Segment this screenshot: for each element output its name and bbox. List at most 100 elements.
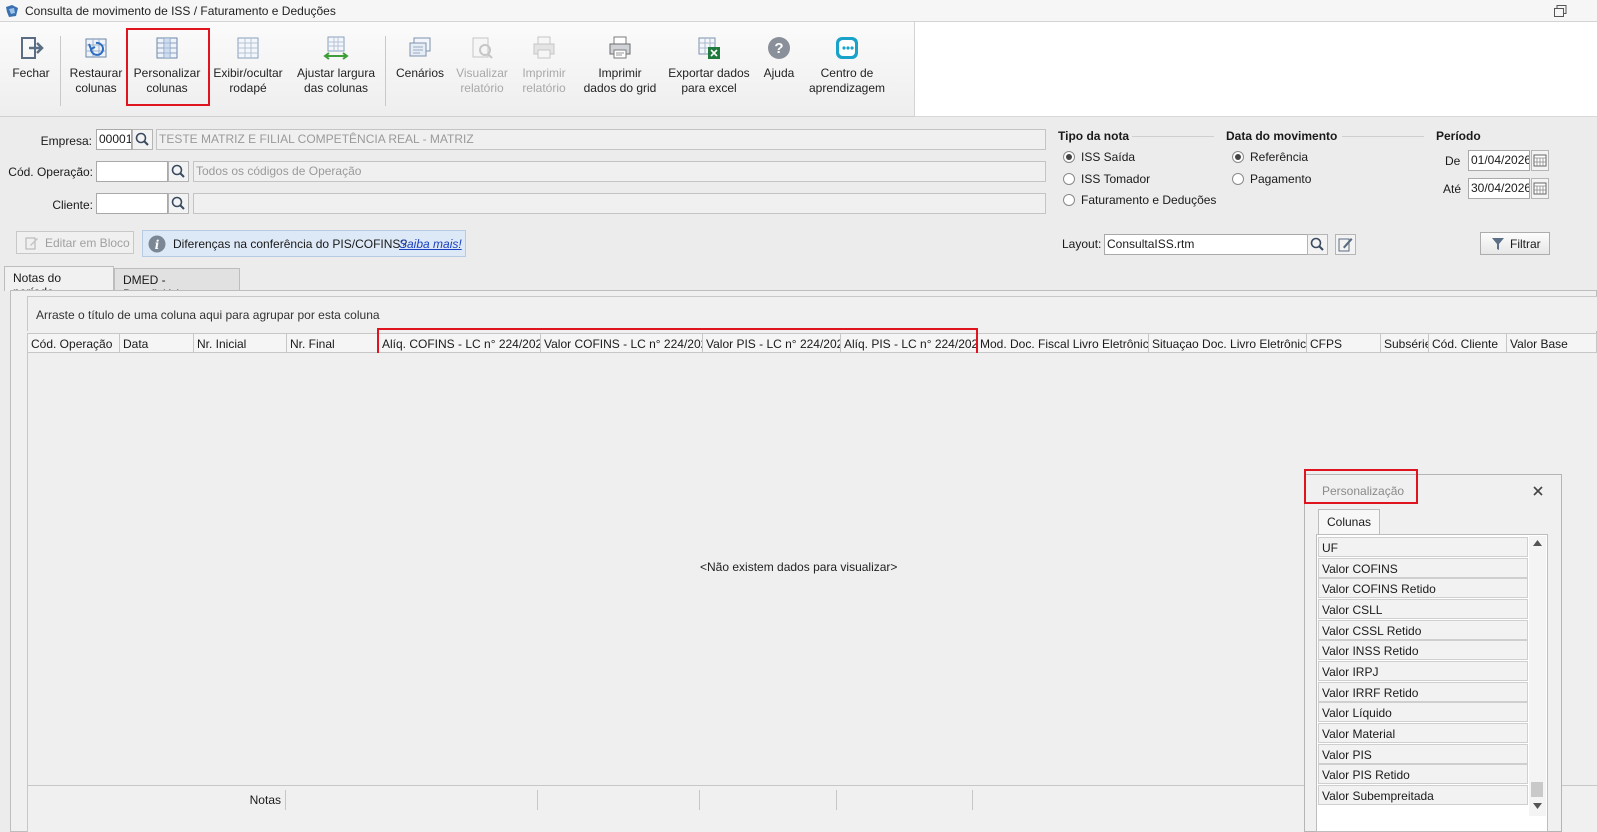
tipo-nota-title: Tipo da nota bbox=[1058, 129, 1130, 143]
footer-cell bbox=[286, 790, 538, 810]
column-list-item[interactable]: Valor COFINS bbox=[1318, 558, 1528, 578]
tab-colunas[interactable]: Colunas bbox=[1318, 509, 1380, 534]
fit-columns-button[interactable]: Ajustar largura das colunas bbox=[292, 22, 380, 117]
toolbar-separator bbox=[60, 36, 61, 106]
cod-operacao-search-icon[interactable] bbox=[168, 161, 189, 182]
radio-dot-checked bbox=[1063, 151, 1075, 163]
column-header[interactable]: Mod. Doc. Fiscal Livro Eletrônico bbox=[977, 334, 1149, 353]
fit-columns-icon bbox=[323, 36, 349, 60]
layout-search-icon[interactable] bbox=[1307, 234, 1328, 255]
empresa-code-field[interactable]: 00001 bbox=[96, 129, 132, 150]
group-by-area[interactable]: Arraste o título de uma coluna aqui para… bbox=[27, 296, 1597, 331]
scroll-down-icon[interactable] bbox=[1532, 802, 1543, 810]
column-list-item[interactable]: Valor COFINS Retido bbox=[1318, 578, 1528, 598]
cod-operacao-description-field: Todos os códigos de Operação bbox=[193, 161, 1046, 182]
column-header[interactable]: CFPS bbox=[1307, 334, 1381, 353]
pis-cofins-info-banner: i Diferenças na conferência do PIS/COFIN… bbox=[142, 230, 466, 257]
periodo-ate-label: Até bbox=[1443, 182, 1462, 196]
tipo-nota-divider bbox=[1132, 136, 1214, 137]
print-report-label: Imprimir relatório bbox=[522, 66, 566, 95]
cod-operacao-field[interactable] bbox=[96, 161, 168, 182]
print-grid-button[interactable]: Imprimir dados do grid bbox=[578, 22, 662, 117]
preview-report-label: Visualizar relatório bbox=[456, 66, 508, 95]
print-grid-icon bbox=[609, 36, 631, 59]
edit-block-button[interactable]: Editar em Bloco bbox=[16, 231, 134, 254]
calendar-icon[interactable] bbox=[1531, 178, 1549, 199]
close-button[interactable]: Fechar bbox=[6, 22, 56, 117]
scenarios-button[interactable]: Cenários bbox=[390, 22, 450, 117]
column-list-item[interactable]: Valor INSS Retido bbox=[1318, 640, 1528, 660]
column-list-item[interactable]: Valor IRRF Retido bbox=[1318, 682, 1528, 702]
exit-icon bbox=[21, 37, 44, 59]
help-icon: ? bbox=[768, 37, 790, 59]
edit-block-label: Editar em Bloco bbox=[45, 236, 130, 250]
restore-window-icon[interactable] bbox=[1554, 5, 1567, 17]
info-text: Diferenças na conferência do PIS/COFINS? bbox=[173, 237, 408, 251]
column-header[interactable]: Nr. Inicial bbox=[194, 334, 287, 353]
radio-dot-checked bbox=[1232, 151, 1244, 163]
radio-dot bbox=[1063, 173, 1075, 185]
tab-dmed-beneficiarios[interactable]: DMED - Beneficiários bbox=[114, 268, 240, 301]
periodo-de-field[interactable]: 01/04/2026 bbox=[1468, 150, 1530, 171]
column-list-item[interactable]: Valor CSLL bbox=[1318, 599, 1528, 619]
close-icon[interactable] bbox=[1531, 484, 1545, 498]
toolbar-empty-area bbox=[915, 22, 1597, 117]
info-icon: i bbox=[148, 235, 166, 253]
cliente-description-field bbox=[193, 193, 1046, 214]
column-header[interactable]: Situaçao Doc. Livro Eletrônico bbox=[1149, 334, 1307, 353]
column-list-item[interactable]: Valor Material bbox=[1318, 723, 1528, 743]
radio-label: Pagamento bbox=[1250, 172, 1312, 186]
periodo-ate-field[interactable]: 30/04/2026 bbox=[1468, 178, 1530, 199]
column-header[interactable]: Data bbox=[120, 334, 194, 353]
footer-cell bbox=[837, 790, 973, 810]
fit-columns-label: Ajustar largura das colunas bbox=[296, 66, 376, 95]
close-button-label: Fechar bbox=[12, 66, 50, 80]
help-label: Ajuda bbox=[763, 66, 795, 80]
toolbar-separator bbox=[385, 36, 386, 106]
calendar-icon[interactable] bbox=[1531, 150, 1549, 171]
cliente-label: Cliente: bbox=[52, 198, 93, 212]
column-list-item[interactable]: Valor Subempreitada bbox=[1318, 785, 1528, 805]
empresa-name-field: TESTE MATRIZ E FILIAL COMPETÊNCIA REAL -… bbox=[156, 129, 1046, 150]
column-header[interactable]: Valor Base bbox=[1507, 334, 1597, 353]
cliente-field[interactable] bbox=[96, 193, 168, 214]
scenarios-label: Cenários bbox=[395, 66, 445, 80]
column-header[interactable]: Cód. Operação bbox=[28, 334, 120, 353]
scenarios-icon bbox=[409, 37, 431, 57]
preview-report-icon bbox=[472, 37, 493, 59]
tab-notas-periodo[interactable]: Notas do período bbox=[4, 266, 114, 299]
layout-field[interactable]: ConsultaISS.rtm bbox=[1104, 234, 1308, 255]
restore-columns-button[interactable]: Restaurar colunas bbox=[64, 22, 128, 117]
radio-label: ISS Tomador bbox=[1081, 172, 1151, 186]
radio-dot bbox=[1063, 194, 1075, 206]
columns-scrollbar[interactable] bbox=[1529, 536, 1546, 816]
excel-export-button[interactable]: Exportar dados para excel bbox=[664, 22, 754, 117]
layout-edit-icon[interactable] bbox=[1335, 234, 1356, 255]
saiba-mais-link[interactable]: Saiba mais! bbox=[399, 237, 462, 251]
cliente-search-icon[interactable] bbox=[168, 193, 189, 214]
toggle-footer-icon bbox=[237, 37, 259, 59]
scroll-up-icon[interactable] bbox=[1532, 539, 1543, 547]
column-header[interactable]: Subsérie bbox=[1381, 334, 1429, 353]
column-list-item[interactable]: Valor IRPJ bbox=[1318, 661, 1528, 681]
scrollbar-thumb[interactable] bbox=[1531, 782, 1543, 797]
help-button[interactable]: ? Ajuda bbox=[758, 22, 800, 117]
layout-label: Layout: bbox=[1062, 237, 1102, 251]
column-header[interactable]: Cód. Cliente bbox=[1429, 334, 1507, 353]
print-report-button[interactable]: Imprimir relatório bbox=[514, 22, 574, 117]
preview-report-button[interactable]: Visualizar relatório bbox=[452, 22, 512, 117]
data-movimento-title: Data do movimento bbox=[1226, 129, 1338, 143]
filter-button[interactable]: Filtrar bbox=[1480, 232, 1550, 255]
learning-center-button[interactable]: Centro de aprendizagem bbox=[806, 22, 888, 117]
column-list-item[interactable]: Valor PIS Retido bbox=[1318, 764, 1528, 784]
data-movimento-divider bbox=[1342, 136, 1424, 137]
column-list-item[interactable]: Valor CSSL Retido bbox=[1318, 620, 1528, 640]
app-logo-icon bbox=[6, 5, 18, 17]
toggle-footer-button[interactable]: Exibir/ocultar rodapé bbox=[208, 22, 288, 117]
column-header[interactable]: Nr. Final bbox=[287, 334, 379, 353]
empresa-search-icon[interactable] bbox=[132, 129, 153, 150]
column-list-item[interactable]: Valor Líquido bbox=[1318, 702, 1528, 722]
restore-columns-icon bbox=[85, 38, 107, 58]
column-list-item[interactable]: UF bbox=[1318, 537, 1528, 557]
column-list-item[interactable]: Valor PIS bbox=[1318, 744, 1528, 764]
